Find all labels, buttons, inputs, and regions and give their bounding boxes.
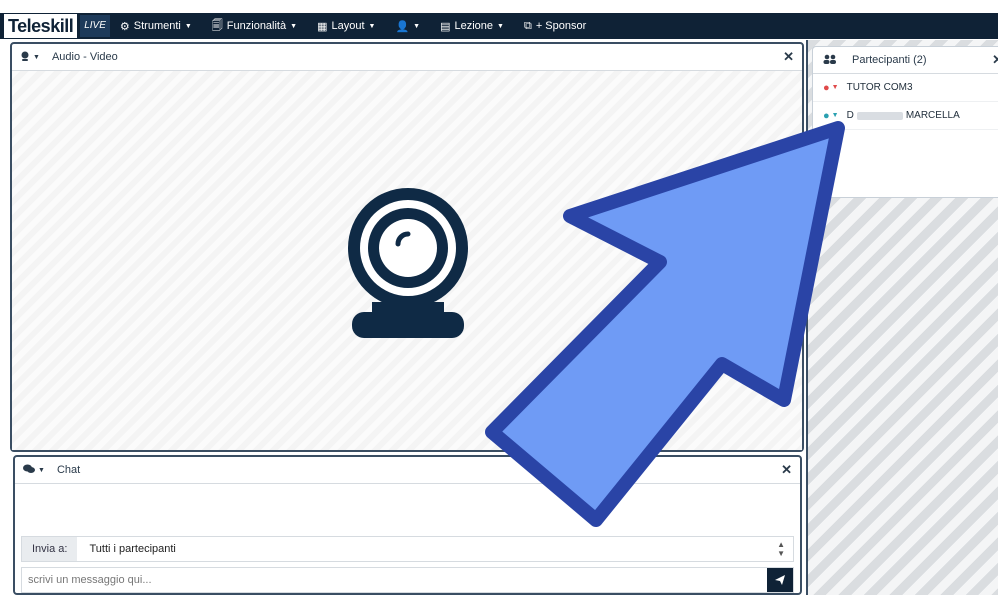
- close-icon[interactable]: ✕: [992, 52, 998, 68]
- layout-icon: ▦: [317, 20, 328, 33]
- recipient-select[interactable]: Invia a: Tutti i partecipanti ▲ ▼: [21, 536, 794, 562]
- participant-name: MARCELLA: [905, 110, 960, 121]
- chat-title: Chat: [56, 464, 81, 476]
- participants-list: ● ▼ TUTOR COM3 ● ▼ D MARCELLA: [813, 74, 998, 130]
- menu-funzionalita-label: Funzionalità: [226, 20, 287, 32]
- chevron-down-icon[interactable]: ▼: [832, 84, 839, 91]
- main-menu: ⚙ Strumenti ▼ 🗐 Funzionalità ▼ ▦ Layout …: [120, 17, 606, 36]
- select-arrows-icon: ▲ ▼: [777, 540, 785, 558]
- user-icon: 👤: [395, 20, 410, 33]
- participants-panel: Partecipanti (2) ✕ ● ▼ TUTOR COM3 ● ▼ D …: [812, 46, 998, 198]
- participants-title: Partecipanti (2): [852, 54, 927, 66]
- chevron-down-icon[interactable]: ▼: [33, 54, 40, 61]
- participant-item[interactable]: ● ▼ D MARCELLA: [813, 102, 998, 130]
- chevron-down-icon: ▼: [413, 22, 421, 30]
- audio-video-title: Audio - Video: [51, 51, 118, 63]
- message-row: [21, 567, 794, 593]
- chat-header: ▼ Chat ✕: [15, 457, 800, 484]
- chevron-down-icon: ▼: [368, 22, 376, 30]
- menu-sponsor[interactable]: ⧉ + Sponsor: [524, 20, 586, 33]
- audio-video-header: ▼ Audio - Video ✕: [12, 44, 802, 71]
- close-icon[interactable]: ✕: [781, 462, 792, 478]
- chevron-down-icon: ▼: [184, 22, 192, 30]
- live-badge: LIVE: [80, 15, 110, 37]
- user-avatar-icon: ●: [823, 81, 830, 94]
- audio-video-panel: ▼ Audio - Video ✕: [10, 42, 804, 452]
- video-area: [12, 71, 802, 450]
- chevron-down-icon[interactable]: ▼: [38, 467, 45, 474]
- chat-messages-area: [15, 484, 800, 536]
- user-avatar-icon: ●: [823, 109, 830, 122]
- top-menu-bar: Teleskill LIVE ⚙ Strumenti ▼ 🗐 Funzional…: [0, 13, 998, 39]
- menu-lezione[interactable]: ▤ Lezione ▼: [440, 20, 504, 33]
- send-button[interactable]: [767, 568, 793, 592]
- chevron-down-icon: ▼: [497, 22, 504, 30]
- gear-icon: ⚙: [119, 20, 130, 33]
- participant-name: TUTOR COM3: [846, 82, 913, 93]
- close-icon[interactable]: ✕: [783, 49, 794, 65]
- menu-funzionalita[interactable]: 🗐 Funzionalità ▼: [212, 17, 297, 36]
- send-to-label: Invia a:: [22, 537, 78, 561]
- lesson-icon: ▤: [440, 20, 451, 33]
- brand-logo: Teleskill: [4, 14, 78, 38]
- menu-user[interactable]: 👤 ▼: [395, 20, 420, 33]
- menu-lezione-label: Lezione: [454, 20, 494, 32]
- participant-name-prefix: D: [846, 110, 854, 121]
- chevron-down-icon: ▼: [290, 22, 298, 30]
- webcam-small-icon[interactable]: [20, 51, 30, 64]
- redacted-text: [856, 111, 903, 120]
- users-icon: [823, 54, 837, 67]
- sponsor-icon: ⧉: [523, 19, 532, 32]
- participants-header: Partecipanti (2) ✕: [813, 47, 998, 74]
- chevron-down-icon[interactable]: ▼: [832, 112, 839, 119]
- brand-name: Teleskill: [8, 15, 74, 36]
- menu-layout[interactable]: ▦ Layout ▼: [317, 20, 375, 33]
- participant-item[interactable]: ● ▼ TUTOR COM3: [813, 74, 998, 102]
- message-input[interactable]: [22, 573, 767, 587]
- menu-layout-label: Layout: [331, 20, 365, 32]
- menu-strumenti[interactable]: ⚙ Strumenti ▼: [120, 20, 192, 33]
- menu-sponsor-label: + Sponsor: [535, 20, 587, 32]
- send-to-value[interactable]: Tutti i partecipanti: [77, 543, 175, 555]
- paper-plane-icon: [775, 575, 785, 585]
- menu-strumenti-label: Strumenti: [133, 20, 181, 32]
- window-icon: 🗐: [211, 19, 223, 32]
- chat-bubbles-icon[interactable]: [23, 464, 35, 477]
- chat-panel: ▼ Chat ✕ Invia a: Tutti i partecipanti ▲…: [13, 455, 802, 595]
- webcam-icon: [348, 188, 468, 338]
- column-divider[interactable]: [806, 40, 808, 595]
